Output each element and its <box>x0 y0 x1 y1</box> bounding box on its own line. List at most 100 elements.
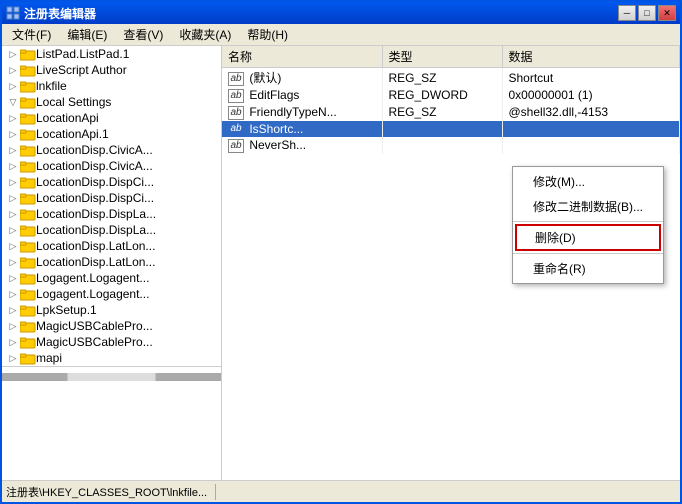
tree-item[interactable]: ▷ MagicUSBCablePro... <box>2 334 221 350</box>
tree-item-label: LpkSetup.1 <box>36 303 97 317</box>
tree-item-label: LocationDisp.CivicA... <box>36 159 153 173</box>
reg-data <box>502 121 680 138</box>
tree-item[interactable]: ▷ LocationDisp.DispCi... <box>2 174 221 190</box>
tree-item-label: MagicUSBCablePro... <box>36 335 153 349</box>
folder-icon <box>20 95 36 109</box>
tree-item[interactable]: ▷ LocationDisp.DispLa... <box>2 222 221 238</box>
reg-name: ab NeverSh... <box>222 137 382 154</box>
folder-icon <box>20 351 36 365</box>
tree-item[interactable]: ▷ LocationDisp.CivicA... <box>2 142 221 158</box>
menu-help[interactable]: 帮助(H) <box>239 24 296 45</box>
left-panel[interactable]: ▷ ListPad.ListPad.1 ▷ LiveScript Author … <box>2 46 222 480</box>
context-menu-item-delete[interactable]: 删除(D) <box>515 224 661 251</box>
folder-icon <box>20 335 36 349</box>
folder-icon <box>20 239 36 253</box>
tree-item[interactable]: ▷ LocationDisp.DispCi... <box>2 190 221 206</box>
expand-icon: ▷ <box>6 255 20 269</box>
menu-file[interactable]: 文件(F) <box>4 24 59 45</box>
expand-icon: ▷ <box>6 143 20 157</box>
tree-item-label: LocationDisp.DispCi... <box>36 191 154 205</box>
menu-favorites[interactable]: 收藏夹(A) <box>171 24 239 45</box>
expand-icon: ▷ <box>6 191 20 205</box>
expand-icon: ▷ <box>6 127 20 141</box>
table-row[interactable]: ab EditFlags REG_DWORD 0x00000001 (1) <box>222 87 680 104</box>
right-panel: 名称 类型 数据 ab (默认) REG_SZ Shortcut <box>222 46 680 480</box>
folder-icon <box>20 143 36 157</box>
tree-item[interactable]: ▷ mapi <box>2 350 221 366</box>
reg-type-icon: ab <box>228 89 244 103</box>
restore-button[interactable]: □ <box>638 5 656 21</box>
menu-view[interactable]: 查看(V) <box>115 24 171 45</box>
folder-icon <box>20 175 36 189</box>
tree-item-label: Local Settings <box>36 95 111 109</box>
title-bar-text: 注册表编辑器 <box>6 5 96 22</box>
folder-icon <box>20 255 36 269</box>
reg-data <box>502 137 680 154</box>
table-row[interactable]: ab FriendlyTypeN... REG_SZ @shell32.dll,… <box>222 104 680 121</box>
registry-table: 名称 类型 数据 ab (默认) REG_SZ Shortcut <box>222 46 680 154</box>
col-header-name: 名称 <box>222 46 382 68</box>
tree-item[interactable]: ▷ LocationDisp.LatLon... <box>2 238 221 254</box>
folder-icon <box>20 159 36 173</box>
table-row[interactable]: ab NeverSh... <box>222 137 680 154</box>
window-title: 注册表编辑器 <box>24 5 96 22</box>
reg-data: Shortcut <box>502 68 680 88</box>
tree-item[interactable]: ▷ LocationDisp.CivicA... <box>2 158 221 174</box>
tree-item[interactable]: ▷ LiveScript Author <box>2 62 221 78</box>
menu-edit[interactable]: 编辑(E) <box>59 24 115 45</box>
status-bar: 注册表\HKEY_CLASSES_ROOT\lnkfile... <box>2 480 680 502</box>
horizontal-scrollbar[interactable] <box>2 373 221 381</box>
tree-item-label: LocationDisp.CivicA... <box>36 143 153 157</box>
folder-icon <box>20 191 36 205</box>
expand-icon: ▷ <box>6 319 20 333</box>
reg-name: ab (默认) <box>222 68 382 88</box>
expand-icon: ▷ <box>6 223 20 237</box>
main-content: ▷ ListPad.ListPad.1 ▷ LiveScript Author … <box>2 46 680 480</box>
tree-item[interactable]: ▷ Logagent.Logagent... <box>2 270 221 286</box>
tree-item[interactable]: ▷ LocationDisp.DispLa... <box>2 206 221 222</box>
context-menu-item-modify-binary[interactable]: 修改二进制数据(B)... <box>513 194 663 219</box>
tree-item-label: LocationApi.1 <box>36 127 109 141</box>
folder-icon <box>20 127 36 141</box>
expand-icon: ▽ <box>6 95 20 109</box>
tree-item[interactable]: ▷ Logagent.Logagent... <box>2 286 221 302</box>
title-bar: 注册表编辑器 ─ □ ✕ <box>2 2 680 24</box>
status-text: 注册表\HKEY_CLASSES_ROOT\lnkfile... <box>6 484 216 500</box>
table-row[interactable]: ab (默认) REG_SZ Shortcut <box>222 68 680 88</box>
minimize-button[interactable]: ─ <box>618 5 636 21</box>
reg-type <box>382 121 502 138</box>
close-button[interactable]: ✕ <box>658 5 676 21</box>
tree-item[interactable]: ▷ lnkfile <box>2 78 221 94</box>
tree-item[interactable]: ▷ LocationDisp.LatLon... <box>2 254 221 270</box>
reg-type-icon: ab <box>228 106 244 120</box>
folder-icon <box>20 287 36 301</box>
menu-bar: 文件(F) 编辑(E) 查看(V) 收藏夹(A) 帮助(H) <box>2 24 680 46</box>
tree-item[interactable]: ▷ LocationApi <box>2 110 221 126</box>
expand-icon: ▷ <box>6 111 20 125</box>
folder-icon <box>20 303 36 317</box>
tree-item-label: LocationDisp.DispCi... <box>36 175 154 189</box>
tree-item-label: lnkfile <box>36 79 67 93</box>
tree-item-label: MagicUSBCablePro... <box>36 319 153 333</box>
context-menu-item-modify[interactable]: 修改(M)... <box>513 169 663 194</box>
expand-icon: ▷ <box>6 239 20 253</box>
reg-type: REG_SZ <box>382 68 502 88</box>
context-menu-item-rename[interactable]: 重命名(R) <box>513 256 663 281</box>
tree-item-local-settings[interactable]: ▽ Local Settings <box>2 94 221 110</box>
tree-item-label: LocationApi <box>36 111 99 125</box>
tree-item[interactable]: ▷ LpkSetup.1 <box>2 302 221 318</box>
reg-type-icon: ab <box>228 122 244 136</box>
reg-type-icon: ab <box>228 139 244 153</box>
expand-icon: ▷ <box>6 287 20 301</box>
reg-type <box>382 137 502 154</box>
table-row-selected[interactable]: ab IsShortc... <box>222 121 680 138</box>
reg-name: ab EditFlags <box>222 87 382 104</box>
context-menu: 修改(M)... 修改二进制数据(B)... 删除(D) 重命名(R) <box>512 166 664 284</box>
tree-item-label: mapi <box>36 351 62 365</box>
tree-item-label: LocationDisp.LatLon... <box>36 239 155 253</box>
tree-item[interactable]: ▷ ListPad.ListPad.1 <box>2 46 221 62</box>
window: 注册表编辑器 ─ □ ✕ 文件(F) 编辑(E) 查看(V) 收藏夹(A) 帮助… <box>0 0 682 504</box>
tree-item[interactable]: ▷ MagicUSBCablePro... <box>2 318 221 334</box>
tree-item[interactable]: ▷ LocationApi.1 <box>2 126 221 142</box>
reg-name: ab FriendlyTypeN... <box>222 104 382 121</box>
